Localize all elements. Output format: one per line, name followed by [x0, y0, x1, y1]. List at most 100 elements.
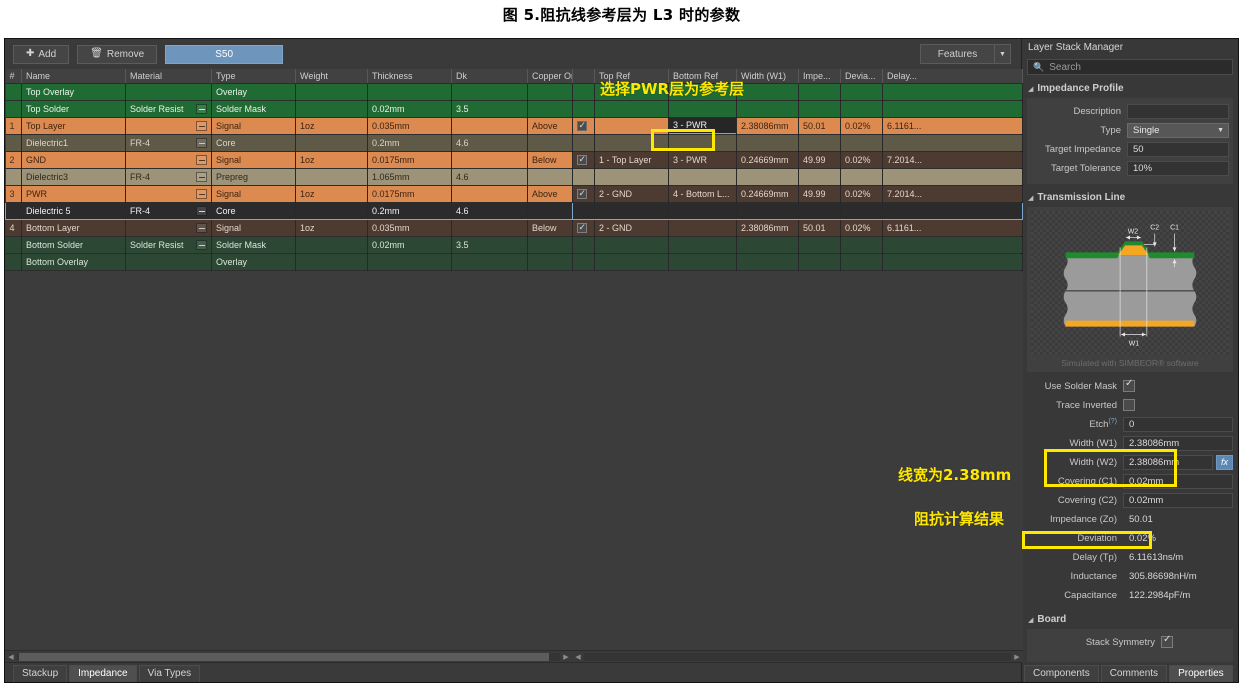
- scroll-left-icon[interactable]: ◀: [572, 653, 584, 661]
- cell-bottom-ref[interactable]: [668, 134, 737, 152]
- cell-impedance[interactable]: [798, 83, 841, 101]
- table-row[interactable]: [572, 236, 1023, 254]
- description-value[interactable]: [1127, 103, 1229, 119]
- impedance-col-devia-[interactable]: Devia...: [840, 69, 883, 84]
- table-row[interactable]: 1 - Top Layer3 - PWR0.24669mm49.990.02%7…: [572, 151, 1023, 169]
- cell[interactable]: [527, 236, 573, 254]
- material-expand-icon[interactable]: [196, 137, 207, 148]
- table-row[interactable]: Bottom Solder Solder Resist Solder Mask 0.0…: [5, 236, 573, 254]
- tab-impedance[interactable]: Impedance: [69, 665, 137, 682]
- cell-deviation[interactable]: [840, 83, 883, 101]
- row-checkbox-cell[interactable]: [572, 219, 595, 237]
- cell[interactable]: [5, 201, 22, 220]
- cell[interactable]: 0.0175mm: [367, 185, 452, 203]
- cell[interactable]: Overlay: [211, 83, 296, 101]
- doc-tab-comments[interactable]: Comments: [1100, 665, 1168, 682]
- add-button[interactable]: ✚ Add: [13, 44, 70, 64]
- trace-inverted-checkbox[interactable]: [1123, 399, 1135, 411]
- cell[interactable]: Above: [527, 185, 573, 203]
- table-row[interactable]: 3 - PWR2.38086mm50.010.02%6.1161...: [572, 117, 1023, 135]
- cell-top-ref[interactable]: 1 - Top Layer: [594, 151, 669, 169]
- row-checkbox-cell[interactable]: [572, 151, 595, 169]
- scroll-right-icon[interactable]: ▶: [560, 653, 572, 661]
- table-row[interactable]: Dielectric 5 FR-4 Core 0.2mm 4.6: [5, 201, 573, 220]
- use-solder-mask-checkbox[interactable]: [1123, 377, 1135, 392]
- row-checkbox-cell[interactable]: [572, 201, 595, 220]
- doc-tab-components[interactable]: Components: [1024, 665, 1099, 682]
- bottom-ref-editor[interactable]: 3 - PWR: [668, 117, 736, 133]
- cell[interactable]: Overlay: [211, 253, 296, 271]
- cell[interactable]: 0.02mm: [367, 100, 452, 118]
- covering-c2-value[interactable]: 0.02mm: [1123, 492, 1233, 508]
- cell[interactable]: 1.065mm: [367, 168, 452, 186]
- row-checkbox[interactable]: [576, 221, 587, 233]
- table-row[interactable]: Bottom Overlay Overlay: [5, 253, 573, 271]
- row-checkbox-cell[interactable]: [572, 100, 595, 118]
- cell[interactable]: 1oz: [295, 117, 368, 135]
- cell-width-w1[interactable]: [736, 201, 799, 220]
- cell[interactable]: [125, 151, 212, 169]
- cell[interactable]: FR-4: [125, 201, 212, 220]
- formula-button[interactable]: fx: [1216, 454, 1233, 470]
- cell[interactable]: Dielectric1: [21, 134, 126, 152]
- cell[interactable]: Signal: [211, 151, 296, 169]
- cell-deviation[interactable]: [840, 253, 883, 271]
- doc-tab-properties[interactable]: Properties: [1169, 665, 1233, 682]
- cell[interactable]: [5, 134, 22, 152]
- material-expand-icon[interactable]: [196, 154, 207, 165]
- cell[interactable]: [125, 219, 212, 237]
- help-icon[interactable]: (?): [1108, 418, 1117, 425]
- cell[interactable]: 0.2mm: [367, 201, 452, 220]
- cell[interactable]: [5, 168, 22, 186]
- cell-deviation[interactable]: [840, 201, 883, 220]
- cell[interactable]: Solder Mask: [211, 100, 296, 118]
- cell[interactable]: [295, 201, 368, 220]
- cell-impedance[interactable]: 49.99: [798, 151, 841, 169]
- cell[interactable]: 2: [5, 151, 22, 169]
- cell[interactable]: Bottom Layer: [21, 219, 126, 237]
- cell[interactable]: PWR: [21, 185, 126, 203]
- table-row[interactable]: 4 Bottom Layer Signal 1oz 0.035mm Below: [5, 219, 573, 237]
- cell-delay[interactable]: 6.1161...: [882, 117, 1023, 135]
- cell-deviation[interactable]: 0.02%: [840, 117, 883, 135]
- cell[interactable]: Dielectric 5: [21, 201, 126, 220]
- cell[interactable]: 1: [5, 117, 22, 135]
- table-row[interactable]: [572, 100, 1023, 118]
- table-row[interactable]: [572, 253, 1023, 271]
- cell-delay[interactable]: [882, 100, 1023, 118]
- cell-top-ref[interactable]: [594, 201, 669, 220]
- stack-symmetry-checkbox[interactable]: [1161, 633, 1173, 648]
- cell[interactable]: Top Layer: [21, 117, 126, 135]
- features-dropdown[interactable]: Features ▼: [920, 44, 1011, 64]
- cell[interactable]: [5, 253, 22, 271]
- material-expand-icon[interactable]: [196, 120, 207, 131]
- cell[interactable]: Top Overlay: [21, 83, 126, 101]
- cell-top-ref[interactable]: [594, 236, 669, 254]
- cell[interactable]: 4.6: [451, 168, 528, 186]
- search-input[interactable]: 🔍 Search: [1027, 59, 1233, 75]
- cell[interactable]: [451, 253, 528, 271]
- row-checkbox-cell[interactable]: [572, 185, 595, 203]
- stackup-scroll-thumb[interactable]: [19, 652, 549, 661]
- table-row[interactable]: Dielectric1 FR-4 Core 0.2mm 4.6: [5, 134, 573, 152]
- cell[interactable]: 0.02mm: [367, 236, 452, 254]
- impedance-col-width-w1-[interactable]: Width (W1): [736, 69, 799, 84]
- cell[interactable]: 0.2mm: [367, 134, 452, 152]
- cell[interactable]: [527, 100, 573, 118]
- cell-bottom-ref[interactable]: [668, 168, 737, 186]
- material-expand-icon[interactable]: [196, 103, 207, 114]
- cell-width-w1[interactable]: 0.24669mm: [736, 151, 799, 169]
- cell[interactable]: Bottom Solder: [21, 236, 126, 254]
- material-expand-icon[interactable]: [196, 222, 207, 233]
- cell[interactable]: [295, 168, 368, 186]
- cell-width-w1[interactable]: [736, 236, 799, 254]
- impedance-col-delay-[interactable]: Delay...: [882, 69, 1023, 84]
- cell-deviation[interactable]: [840, 168, 883, 186]
- cell-bottom-ref[interactable]: 3 - PWR: [668, 117, 737, 135]
- stackup-col--[interactable]: #: [5, 69, 22, 84]
- cell[interactable]: Prepreg: [211, 168, 296, 186]
- cell[interactable]: Signal: [211, 219, 296, 237]
- cell-top-ref[interactable]: [594, 168, 669, 186]
- cell[interactable]: [5, 100, 22, 118]
- cell[interactable]: 4.6: [451, 134, 528, 152]
